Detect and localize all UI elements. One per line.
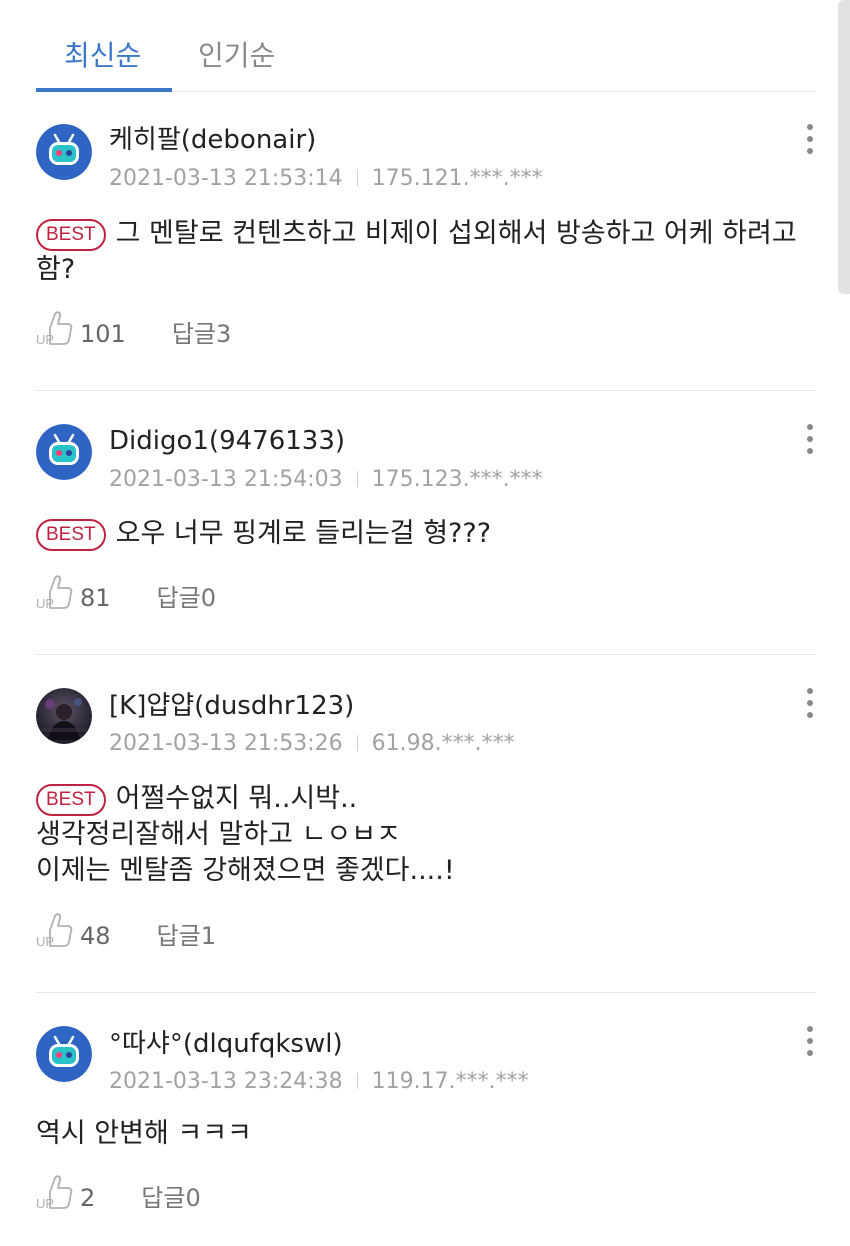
more-dot <box>807 1050 813 1056</box>
more-dot <box>807 712 813 718</box>
comment-ip: 175.121.***.*** <box>371 166 543 191</box>
tab-popular[interactable]: 인기순 <box>198 38 275 74</box>
comment-meta: 2021-03-13 23:24:38 119.17.***.*** <box>109 1068 529 1096</box>
comment-ip: 119.17.***.*** <box>371 1069 529 1094</box>
best-badge: BEST <box>36 219 106 251</box>
upvote-count: 81 <box>80 584 111 612</box>
upvote-button[interactable]: UP <box>36 308 74 360</box>
comment-actions: UP 2 답글0 <box>36 1172 201 1212</box>
comment-body: BEST 오우 너무 핑계로 들리는걸 형??? <box>36 516 814 552</box>
meta-separator <box>356 1073 358 1089</box>
comment-body: BEST 어쩔수없지 뭐..시박.. 생각정리잘해서 말하고 ㄴㅇㅂㅈ 이제는 멘… <box>36 781 814 889</box>
more-dot <box>807 700 813 706</box>
svg-text:UP: UP <box>36 1196 54 1211</box>
avatar[interactable] <box>36 1026 92 1082</box>
comment-date: 2021-03-13 23:24:38 <box>109 1069 343 1094</box>
svg-text:UP: UP <box>36 596 54 611</box>
tv-mascot-icon <box>36 124 92 180</box>
svg-text:UP: UP <box>36 332 54 347</box>
comment-text-line: 역시 안변해 ㅋㅋㅋ <box>36 1118 252 1149</box>
best-badge: BEST <box>36 784 106 816</box>
best-badge: BEST <box>36 519 106 551</box>
comment-text-line: 어쩔수없지 뭐..시박.. <box>115 783 358 814</box>
more-dot <box>807 436 813 442</box>
comment-text-line: 오우 너무 핑계로 들리는걸 형??? <box>115 518 492 549</box>
comment-ip: 175.123.***.*** <box>371 467 543 492</box>
thumbs-up-icon: UP <box>36 575 73 611</box>
upvote-count: 48 <box>80 922 111 950</box>
comment-author[interactable]: °따샤°(dlqufqkswl) <box>109 1028 343 1060</box>
more-dot <box>807 688 813 694</box>
thumbs-up-icon: UP <box>36 1175 73 1211</box>
comment-actions: UP 48 답글1 <box>36 910 216 950</box>
more-options-button[interactable] <box>800 422 820 458</box>
reply-button[interactable]: 답글0 <box>157 578 216 618</box>
tab-latest[interactable]: 최신순 <box>64 38 141 74</box>
comment-body: 역시 안변해 ㅋㅋㅋ <box>36 1116 814 1152</box>
comment-author[interactable]: 케히팔(debonair) <box>109 124 316 156</box>
active-tab-indicator <box>36 88 172 92</box>
upvote-button[interactable]: UP <box>36 910 74 962</box>
meta-separator <box>356 735 358 751</box>
comment-actions: UP 81 답글0 <box>36 572 216 612</box>
comment-author[interactable]: Didigo1(9476133) <box>109 425 345 457</box>
tv-mascot-icon <box>36 1026 92 1082</box>
avatar[interactable] <box>36 424 92 480</box>
comment-author[interactable]: [K]얍얍(dusdhr123) <box>109 690 354 722</box>
scrollbar[interactable] <box>838 0 850 294</box>
more-dot <box>807 424 813 430</box>
svg-text:UP: UP <box>36 934 54 949</box>
more-dot <box>807 148 813 154</box>
upvote-button[interactable]: UP <box>36 1172 74 1224</box>
comment-meta: 2021-03-13 21:54:03 175.123.***.*** <box>109 466 543 494</box>
reply-button[interactable]: 답글1 <box>157 916 216 956</box>
comment-meta: 2021-03-13 21:53:14 175.121.***.*** <box>109 165 543 193</box>
comment-date: 2021-03-13 21:53:26 <box>109 731 343 756</box>
more-options-button[interactable] <box>800 1024 820 1060</box>
sort-tabs: 최신순 인기순 <box>36 0 816 92</box>
comment-text-line: 생각정리잘해서 말하고 ㄴㅇㅂㅈ <box>36 819 401 850</box>
comment-date: 2021-03-13 21:54:03 <box>109 467 343 492</box>
more-options-button[interactable] <box>800 122 820 158</box>
more-dot <box>807 1038 813 1044</box>
comment-ip: 61.98.***.*** <box>371 731 515 756</box>
more-options-button[interactable] <box>800 686 820 722</box>
comment-text-line: 그 멘탈로 컨텐츠하고 비제이 섭외해서 방송하고 어케 하려고 <box>115 218 797 249</box>
reply-button[interactable]: 답글0 <box>141 1178 200 1218</box>
comment-date: 2021-03-13 21:53:14 <box>109 166 343 191</box>
upvote-count: 101 <box>80 320 126 348</box>
user-photo-avatar <box>36 688 92 744</box>
comment-divider <box>36 654 816 655</box>
comment-divider <box>36 390 816 391</box>
meta-separator <box>356 471 358 487</box>
comment-meta: 2021-03-13 21:53:26 61.98.***.*** <box>109 730 515 758</box>
upvote-button[interactable]: UP <box>36 572 74 624</box>
comment-text-line: 이제는 멘탈좀 강해졌으면 좋겠다....! <box>36 855 455 886</box>
more-dot <box>807 448 813 454</box>
tv-mascot-icon <box>36 424 92 480</box>
thumbs-up-icon: UP <box>36 913 73 949</box>
more-dot <box>807 1026 813 1032</box>
comment-divider <box>36 992 816 993</box>
comment-actions: UP 101 답글3 <box>36 308 231 348</box>
meta-separator <box>356 170 358 186</box>
thumbs-up-icon: UP <box>36 311 73 347</box>
reply-button[interactable]: 답글3 <box>172 314 231 354</box>
comment-text-line: 함? <box>36 254 76 285</box>
more-dot <box>807 136 813 142</box>
avatar[interactable] <box>36 124 92 180</box>
avatar[interactable] <box>36 688 92 744</box>
comment-body: BEST 그 멘탈로 컨텐츠하고 비제이 섭외해서 방송하고 어케 하려고 함? <box>36 216 814 288</box>
upvote-count: 2 <box>80 1184 96 1212</box>
more-dot <box>807 124 813 130</box>
